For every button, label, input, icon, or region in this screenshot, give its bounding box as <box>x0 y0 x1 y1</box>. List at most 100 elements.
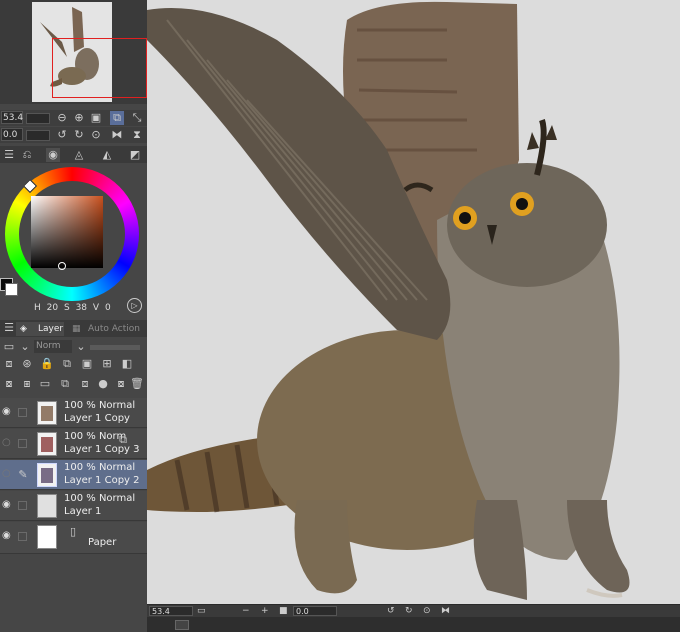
new-vector-layer-icon[interactable]: ⧆ <box>20 377 34 391</box>
canvas-rotate-input[interactable]: 0.0 <box>293 606 337 616</box>
tab-auto-action[interactable]: ▦ Auto Action <box>68 322 140 336</box>
zoom-slider-track[interactable]: ▭ <box>197 605 206 617</box>
color-slider-tab-icon[interactable]: ◬ <box>72 148 86 162</box>
visibility-eye-icon[interactable]: ◉ <box>2 500 12 510</box>
visibility-eye-icon[interactable]: ◉ <box>2 531 12 541</box>
rotate-right-icon[interactable]: ↻ <box>405 605 413 617</box>
dropdown-chevron-icon[interactable]: ⌄ <box>18 340 32 354</box>
layer-item[interactable]: ◉ 100 % Normal Layer 1 Copy <box>0 398 147 428</box>
paper-layer-item[interactable]: ◉ ▯ Paper <box>0 522 147 554</box>
canvas-zoom-input[interactable]: 53.4 <box>149 606 193 616</box>
artwork-owl-griffin <box>147 0 680 604</box>
layer-mask-icon[interactable]: ● <box>96 377 110 391</box>
mask-icon[interactable]: ▣ <box>80 357 94 371</box>
ruler-icon[interactable]: ⊞ <box>100 357 114 371</box>
zoom-slider[interactable] <box>26 113 50 124</box>
lock-checkbox[interactable] <box>18 501 27 510</box>
rotate-slider[interactable] <box>26 130 50 141</box>
reset-rotate-icon[interactable]: ⊙ <box>423 605 431 617</box>
copy-layer-icon[interactable]: ⧉ <box>58 377 72 391</box>
paper-thumbnail <box>37 525 57 549</box>
layer-item[interactable]: ○ 100 % Norm ⧉ Layer 1 Copy 3 <box>0 429 147 459</box>
color-wheel-tab-icon[interactable]: ◉ <box>46 148 60 162</box>
layer-lock-row: ⧈ ⊛ 🔒 ⧉ ▣ ⊞ ◧ <box>0 356 147 374</box>
color-set-tab-icon[interactable]: ◭ <box>100 148 114 162</box>
layer-name[interactable]: Paper <box>88 537 116 548</box>
delete-layer-icon[interactable]: 🗑 <box>130 377 144 391</box>
layer-panel-tabs: ☰ ◈ Layer ▦ Auto Action <box>0 320 147 337</box>
zoom-out-icon[interactable]: − <box>242 605 250 617</box>
merge-down-icon[interactable]: ⧈ <box>78 377 92 391</box>
layer-thumbnail <box>37 401 57 425</box>
layer-thumbnail <box>37 463 57 487</box>
fit-window-icon[interactable]: ⧉ <box>110 111 124 125</box>
canvas[interactable] <box>147 0 680 604</box>
layer-opacity-mode: 100 % Normal <box>64 462 136 473</box>
v-label: V <box>92 303 100 313</box>
apply-mask-icon[interactable]: ⧇ <box>114 377 128 391</box>
auto-action-tab-icon: ▦ <box>72 324 81 334</box>
new-folder-icon[interactable]: ▭ <box>38 377 52 391</box>
flip-vertical-icon[interactable]: ⧗ <box>130 128 144 142</box>
lock-checkbox[interactable] <box>18 408 27 417</box>
fit-icon[interactable]: ▣ <box>89 111 103 125</box>
lock-layer-icon[interactable]: 🔒 <box>40 357 54 371</box>
visibility-eye-icon[interactable]: ◉ <box>2 407 12 417</box>
left-panel: 53.4 ⊖ ⊕ ▣ ⧉ ⤡ 0.0 ↺ ↻ ⊙ ⧓ ⧗ ☰ ⎌ ◉ ◬ ◭ ◩ <box>0 0 147 632</box>
pen-edit-icon: ✎ <box>18 468 28 481</box>
layer-property-icon[interactable]: ▭ <box>2 340 16 354</box>
zoom-in-icon[interactable]: ⊕ <box>72 111 86 125</box>
panel-menu-icon[interactable]: ☰ <box>2 321 16 335</box>
zoom-in-icon[interactable]: + <box>261 605 269 617</box>
blend-mode-select[interactable]: Norm <box>34 340 72 353</box>
layer-item[interactable]: ◉ 100 % Normal Layer 1 <box>0 491 147 521</box>
panel-menu-icon[interactable]: ☰ <box>2 148 16 162</box>
rotate-right-icon[interactable]: ↻ <box>72 128 86 142</box>
layer-item-selected[interactable]: ○ ✎ 100 % Normal Layer 1 Copy 2 <box>0 460 147 490</box>
actual-size-icon[interactable]: ⤡ <box>130 111 144 125</box>
layer-tab-icon: ◈ <box>20 324 27 334</box>
new-raster-layer-icon[interactable]: ⧇ <box>2 377 16 391</box>
navigator-view-frame[interactable] <box>52 38 147 98</box>
sub-color-swatch[interactable] <box>5 283 18 296</box>
h-label: H <box>34 303 41 313</box>
tab-layer[interactable]: ◈ Layer <box>16 322 64 336</box>
saturation-value-square[interactable] <box>31 196 103 268</box>
play-icon[interactable] <box>175 620 189 630</box>
rotate-left-icon[interactable]: ↺ <box>387 605 395 617</box>
chevron-down-icon[interactable]: ⌄ <box>74 340 88 354</box>
visibility-eye-icon[interactable]: ○ <box>2 438 12 448</box>
layer-name[interactable]: Layer 1 Copy 2 <box>64 475 140 486</box>
layer-opacity-mode: 100 % Normal <box>64 493 136 504</box>
lock-checkbox[interactable] <box>18 532 27 541</box>
approximate-color-tab-icon[interactable]: ◩ <box>128 148 142 162</box>
main-sub-color <box>0 278 18 296</box>
lock-transparent-icon[interactable]: ⧉ <box>60 357 74 371</box>
rotate-left-icon[interactable]: ↺ <box>55 128 69 142</box>
rotate-input[interactable]: 0.0 <box>1 128 23 141</box>
h-value: 20 <box>46 303 59 313</box>
canvas-status-bar: 53.4 ▭ − + ■ 0.0 ↺ ↻ ⊙ ⧓ <box>147 604 680 618</box>
layer-name[interactable]: Layer 1 <box>64 506 101 517</box>
zoom-input[interactable]: 53.4 <box>1 111 23 124</box>
visibility-eye-icon[interactable]: ○ <box>2 469 12 479</box>
zoom-out-icon[interactable]: ⊖ <box>55 111 69 125</box>
reset-rotate-icon[interactable]: ⊙ <box>89 128 103 142</box>
lock-checkbox[interactable] <box>18 439 27 448</box>
rotate-row: 0.0 ↺ ↻ ⊙ ⧓ ⧗ <box>0 127 147 143</box>
color-history-icon[interactable]: ⎌ <box>20 148 34 162</box>
clip-layer-icon[interactable]: ⧈ <box>2 357 16 371</box>
flip-horizontal-icon[interactable]: ⧓ <box>110 128 124 142</box>
flip-icon[interactable]: ⧓ <box>441 605 450 617</box>
opacity-slider[interactable] <box>90 345 140 350</box>
color-wheel-panel: H 20 S 38 V 0 ▷ <box>0 163 147 318</box>
layer-actions-row: ⧇ ⧆ ▭ ⧉ ⧈ ● ⧇ 🗑 <box>0 376 147 394</box>
reference-layer-icon[interactable]: ⊛ <box>20 357 34 371</box>
color-mode-toggle-icon[interactable]: ▷ <box>127 298 142 313</box>
color-icon[interactable]: ◧ <box>120 357 134 371</box>
color-picker-cursor[interactable] <box>58 262 66 270</box>
layer-name[interactable]: Layer 1 Copy 3 <box>64 444 140 455</box>
layer-thumbnail <box>37 432 57 456</box>
stop-icon[interactable]: ■ <box>279 605 288 617</box>
layer-name[interactable]: Layer 1 Copy <box>64 413 130 424</box>
